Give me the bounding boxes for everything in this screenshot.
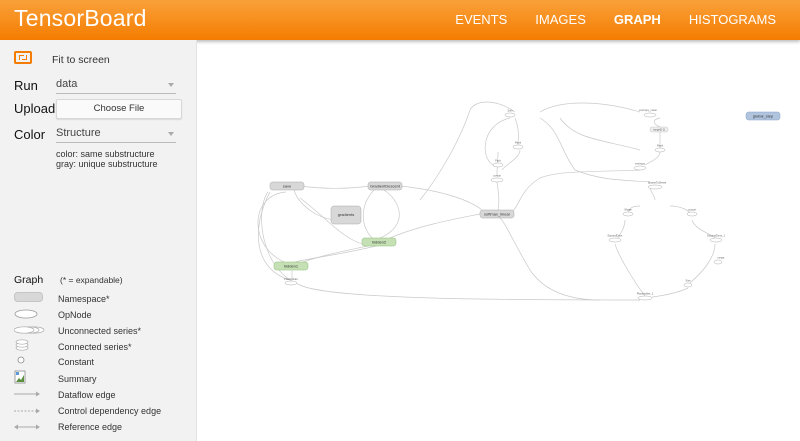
opnode-icon [14,309,38,319]
constant-icon [17,356,25,364]
node-expand-dims-1-label: ExpandDims_1 [707,234,725,238]
legend-label-reference-edge: Reference edge [58,422,123,432]
legend-label-connected-series: Connected series* [58,342,132,352]
color-hint-same: color: same substructure [56,149,155,159]
choose-file-button[interactable]: Choose File [56,99,182,119]
summary-icon [14,370,26,384]
node-pack[interactable] [492,162,504,168]
node-placeholder[interactable] [284,280,298,286]
node-size-label: Size [685,279,691,283]
node-rank-2[interactable] [654,147,666,153]
node-xentropy[interactable] [633,165,647,171]
node-xentropy-mean[interactable] [643,112,657,118]
legend-label-dataflow-edge: Dataflow edge [58,390,116,400]
node-sparse-to-dense-label: SparseToDense [648,181,667,185]
run-label: Run [14,78,38,93]
chevron-down-icon [168,83,174,87]
node-xentropy-label: xentropy [635,162,646,166]
dataflow-edge-icon [14,391,40,397]
node-hidden2-label: hidden2 [372,240,387,245]
node-save-label: save [283,184,292,189]
node-xentropy-mean-label: xentropy_mean [639,108,657,112]
node-softmax-linear-label: softmax_linear [484,212,511,217]
node-concat-label: concat [493,174,501,178]
chevron-down-icon [168,132,174,136]
legend-label-summary: Summary [58,374,97,384]
node-size[interactable] [683,282,693,288]
legend-label-unconnected-series: Unconnected series* [58,326,142,336]
node-range-2-label: range [718,256,725,260]
node-placeholder-1[interactable] [637,295,653,301]
node-range-label: range[0-1] [653,128,665,132]
legend-label-control-dependency-edge: Control dependency edge [58,406,162,416]
color-label: Color [14,127,46,142]
node-sum[interactable] [504,112,516,118]
tab-images[interactable]: IMAGES [521,0,600,40]
node-placeholder-1-label: Placeholder_1 [637,292,654,296]
node-gradient-descent-label: GradientDescent [370,184,401,189]
node-expand-dims[interactable] [608,237,622,243]
run-select-value: data [56,78,78,90]
legend-label-constant: Constant [58,357,95,367]
legend-label-opnode: OpNode [58,310,92,320]
unconnected-series-icon [14,326,45,334]
node-pack-label: Pack [495,159,501,163]
connected-series-icon [15,339,29,351]
node-sum-label: Sum [507,109,512,113]
node-range-2[interactable] [713,259,723,265]
tab-histograms[interactable]: HISTOGRAMS [675,0,790,40]
node-sparse-to-dense[interactable] [647,184,663,190]
nav-tabs: EVENTS IMAGES GRAPH HISTOGRAMS [441,0,790,40]
node-concat-2-label: concat [688,208,696,212]
node-expand-dims-1[interactable] [709,237,723,243]
app-title: TensorBoard [14,5,147,31]
graph-svg[interactable]: save GradientDescent gradients hidden2 h… [197,40,800,441]
run-select[interactable]: data [56,78,176,94]
graph-legend-subtitle: (* = expandable) [60,275,123,285]
node-shape[interactable] [622,211,634,217]
color-hint-gray: gray: unique substructure [56,159,158,169]
fit-to-screen-label[interactable]: Fit to screen [52,54,110,66]
node-global-step-label: global_step [753,114,774,119]
graph-legend-title: Graph [14,274,44,286]
fit-to-screen-icon[interactable] [14,51,32,64]
graph-edges [257,101,716,301]
node-rank[interactable] [512,144,524,150]
graph-canvas[interactable]: save GradientDescent gradients hidden2 h… [197,40,800,441]
upload-label: Upload [14,101,56,116]
node-concat-2[interactable] [686,211,698,217]
node-shape-label: Shape [624,208,632,212]
sidebar: Fit to screen Run data Upload Choose Fil… [0,40,197,441]
graph-nodes: save GradientDescent gradients hidden2 h… [269,108,781,301]
control-dependency-edge-icon [14,408,40,414]
node-gradients-label: gradients [338,212,354,217]
node-placeholder-label: Placeholder [284,277,298,281]
tab-graph[interactable]: GRAPH [600,0,675,40]
top-bar: TensorBoard EVENTS IMAGES GRAPH HISTOGRA… [0,0,800,40]
node-expand-dims-label: ExpandDims [608,234,623,238]
node-rank-label: Rank [515,141,522,145]
tab-events[interactable]: EVENTS [441,0,521,40]
node-hidden1-label: hidden1 [284,264,299,269]
namespace-icon [14,292,43,302]
color-select[interactable]: Structure [56,127,176,143]
color-select-value: Structure [56,127,101,139]
legend-label-namespace: Namespace* [58,294,110,304]
node-concat[interactable] [490,177,504,183]
reference-edge-icon [14,424,40,430]
node-rank-2-label: Rank [657,144,664,148]
